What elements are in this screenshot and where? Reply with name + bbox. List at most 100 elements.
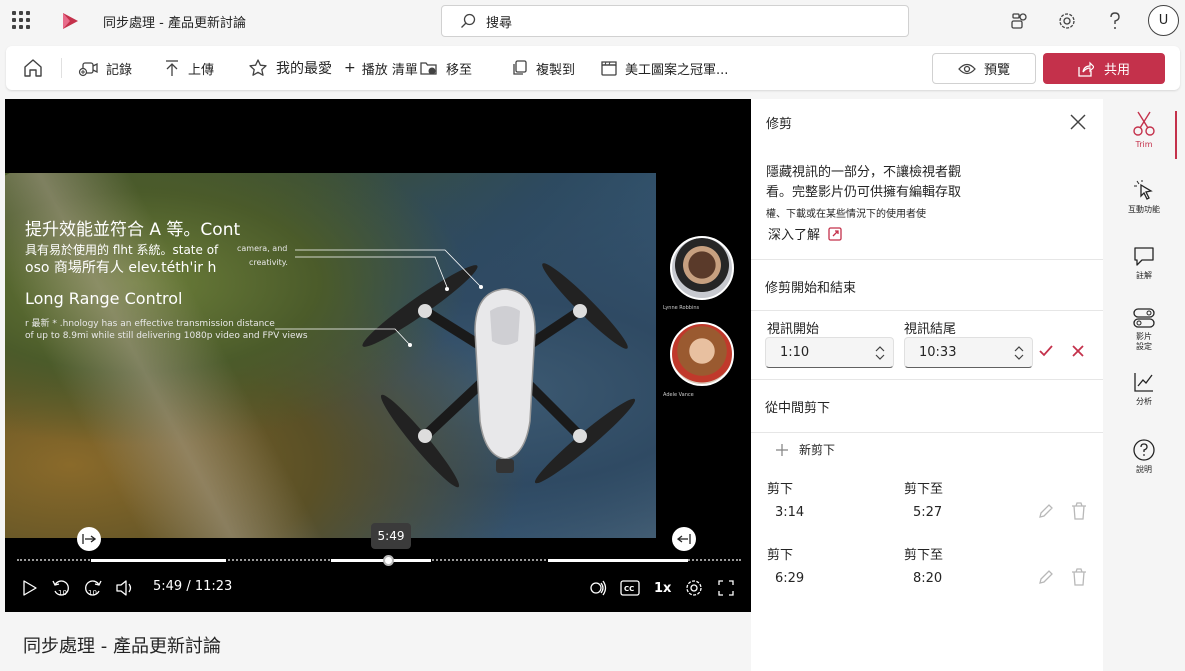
forward-10-button[interactable]: 10 xyxy=(83,576,103,600)
share-label: 共用 xyxy=(1103,63,1130,78)
end-time-input[interactable]: 10:33 xyxy=(904,337,1033,368)
trim-start-arrow-icon xyxy=(82,534,97,544)
divider xyxy=(751,432,1103,433)
start-time-input[interactable]: 1:10 xyxy=(765,337,894,368)
clapper-icon xyxy=(601,61,617,76)
preview-label: 預覽 xyxy=(983,63,1010,78)
close-panel-button[interactable] xyxy=(1069,113,1087,135)
home-button[interactable] xyxy=(22,46,44,90)
rewind-10-button[interactable]: 10 xyxy=(51,576,71,600)
learn-more-label: 深入了解 xyxy=(768,228,821,243)
svg-text:10: 10 xyxy=(88,589,97,597)
trim-end-handle[interactable] xyxy=(671,527,696,551)
pencil-icon xyxy=(1039,570,1053,584)
home-icon xyxy=(24,59,42,77)
upload-label: 上傳 xyxy=(188,62,215,78)
copy-to-label: 複製到 xyxy=(536,62,576,78)
scrub-time-tooltip: 5:49 xyxy=(371,523,411,549)
playback-speed-button[interactable]: 1x xyxy=(654,576,671,600)
participant-video-2 xyxy=(670,322,734,386)
rail-trim-label: Trim xyxy=(1135,140,1153,149)
search-placeholder: 搜尋 xyxy=(486,15,513,31)
album-button[interactable]: 美工圖案之冠軍... xyxy=(601,46,728,90)
close-icon xyxy=(1072,345,1084,357)
app-launcher-icon[interactable] xyxy=(12,11,30,29)
upload-button[interactable]: 上傳 xyxy=(164,46,214,90)
edit-cut-button[interactable] xyxy=(1038,503,1054,523)
cut-section-title: 從中間剪下 xyxy=(765,401,831,416)
cut-to-value: 5:27 xyxy=(913,505,943,520)
panel-description-2: 權、下載或在某些情況下的使用者使 xyxy=(766,209,926,220)
rail-analytics[interactable]: 分析 xyxy=(1103,371,1185,407)
preview-button[interactable]: 預覽 xyxy=(932,53,1036,84)
delete-cut-button[interactable] xyxy=(1071,568,1087,590)
search-icon xyxy=(461,13,476,28)
rail-video-settings[interactable]: 影片設定 xyxy=(1103,307,1185,352)
toolbar-divider xyxy=(61,58,62,78)
copy-icon xyxy=(513,60,527,75)
favorites-button[interactable]: 我的最愛 xyxy=(248,46,332,90)
toggle-settings-icon xyxy=(1133,308,1155,328)
player-settings-button[interactable] xyxy=(684,576,704,600)
chevron-up-icon[interactable] xyxy=(1014,345,1024,352)
cut-to-label: 剪下至 xyxy=(904,548,944,563)
fullscreen-button[interactable] xyxy=(718,576,734,600)
rail-interactive-label: 互動功能 xyxy=(1128,205,1160,214)
chevron-down-icon[interactable] xyxy=(875,354,885,360)
audio-description-button[interactable] xyxy=(588,576,608,600)
copy-to-button[interactable]: 複製到 xyxy=(512,46,575,90)
comment-icon xyxy=(1134,247,1154,266)
share-button[interactable]: 共用 xyxy=(1043,53,1165,84)
album-label: 美工圖案之冠軍... xyxy=(625,62,729,78)
new-cut-button[interactable]: 新剪下 xyxy=(775,441,835,458)
rail-help[interactable]: 說明 xyxy=(1103,439,1185,475)
trim-start-handle[interactable] xyxy=(77,527,102,551)
settings-gear-icon[interactable] xyxy=(1056,10,1078,32)
start-time-stepper[interactable] xyxy=(875,345,885,360)
delete-cut-button[interactable] xyxy=(1071,502,1087,524)
user-avatar[interactable]: U xyxy=(1148,5,1179,36)
checkmark-icon xyxy=(1039,345,1053,357)
start-time-value: 1:10 xyxy=(780,345,810,360)
video-caption-title: 同步處理 - 產品更新討論 xyxy=(23,636,221,657)
cut-from-value: 6:29 xyxy=(775,571,805,586)
closed-captions-icon: CC xyxy=(620,580,640,596)
add-to-playlist-button[interactable]: + 播放 清單 xyxy=(344,46,418,90)
start-label: 視訊開始 xyxy=(767,322,820,337)
time-display: 5:49 / 11:23 xyxy=(153,579,233,594)
end-label: 視訊結尾 xyxy=(904,322,957,337)
stream-logo-icon xyxy=(60,12,80,34)
share-screen-icon[interactable] xyxy=(1008,10,1030,32)
cursor-click-icon xyxy=(1134,180,1153,200)
move-to-button[interactable]: 移至 xyxy=(420,46,472,90)
video-player[interactable]: 提升效能並符合 A 等。Cont 具有易於使用的 flht 系統。state o… xyxy=(5,99,751,612)
rail-trim[interactable]: Trim xyxy=(1103,111,1185,149)
eye-icon xyxy=(958,63,976,74)
chevron-down-icon[interactable] xyxy=(1014,354,1024,360)
chevron-up-icon[interactable] xyxy=(875,345,885,352)
scissors-icon xyxy=(1133,111,1155,136)
divider xyxy=(751,379,1103,380)
rail-interactive[interactable]: 互動功能 xyxy=(1103,179,1185,215)
captions-button[interactable]: CC xyxy=(620,576,640,600)
search-input[interactable]: 搜尋 xyxy=(441,5,909,37)
help-icon[interactable] xyxy=(1104,10,1126,32)
record-button[interactable]: 記錄 xyxy=(78,46,132,90)
learn-more-link[interactable]: 深入了解 xyxy=(768,224,842,243)
plus-icon xyxy=(776,443,788,456)
edit-cut-button[interactable] xyxy=(1038,569,1054,589)
play-button[interactable] xyxy=(21,576,37,600)
plus-icon: + xyxy=(344,60,356,76)
volume-button[interactable] xyxy=(115,576,135,600)
end-time-stepper[interactable] xyxy=(1014,345,1024,360)
participant-name-2: Adele Vance xyxy=(663,392,694,398)
confirm-trim-button[interactable] xyxy=(1038,344,1054,362)
callout-lines xyxy=(275,249,483,347)
volume-icon xyxy=(116,580,132,596)
cancel-trim-button[interactable] xyxy=(1071,344,1085,362)
record-label: 記錄 xyxy=(106,62,133,78)
end-time-value: 10:33 xyxy=(919,345,957,360)
rail-comments[interactable]: 註解 xyxy=(1103,245,1185,281)
scrub-thumb[interactable] xyxy=(383,555,395,566)
panel-description: 隱藏視訊的一部分，不讓檢視者觀看。完整影片仍可供擁有編輯存取 xyxy=(766,165,962,200)
